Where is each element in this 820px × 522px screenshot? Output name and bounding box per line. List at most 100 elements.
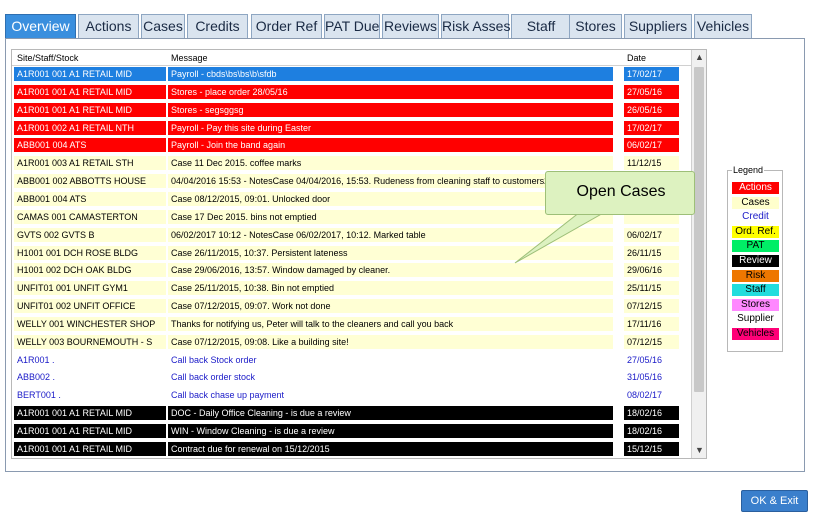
tab-staff[interactable]: Staff (511, 14, 571, 39)
row-message-cell: DOC - Daily Office Cleaning - is due a r… (168, 406, 613, 421)
row-date-cell: 17/11/16 (624, 316, 679, 331)
table-row[interactable]: UNFIT01 002 UNFIT OFFICE Case 07/12/2015,… (12, 299, 692, 314)
tab-reviews[interactable]: Reviews (382, 14, 439, 39)
row-date-cell: 26/11/15 (624, 245, 679, 260)
row-site-cell: UNFIT01 002 UNFIT OFFICE (14, 299, 166, 314)
row-site-cell: WELLY 003 BOURNEMOUTH - S (14, 334, 166, 349)
row-site-cell: A1R001 001 A1 RETAIL MID (14, 84, 166, 99)
table-row[interactable]: ABB001 004 ATS Payroll - Join the band ag… (12, 138, 692, 153)
tab-pat-due[interactable]: PAT Due (324, 14, 380, 39)
scroll-up-icon[interactable]: ▲ (692, 50, 706, 65)
legend-item-stores: Stores (732, 298, 779, 311)
column-header-message[interactable]: Message (171, 53, 208, 63)
row-site-cell: A1R001 003 A1 RETAIL STH (14, 156, 166, 171)
tab-cases[interactable]: Cases (141, 14, 185, 39)
row-message-cell: Payroll - Join the band again (168, 138, 613, 153)
row-site-cell: H1001 002 DCH OAK BLDG (14, 263, 166, 278)
row-site-cell: WELLY 001 WINCHESTER SHOP (14, 316, 166, 331)
scrollbar-thumb[interactable] (694, 67, 704, 392)
table-row[interactable]: H1001 001 DCH ROSE BLDG Case 26/11/2015, … (12, 245, 692, 260)
row-message-cell: Case 07/12/2015, 09:08. Like a building … (168, 334, 613, 349)
row-site-cell: A1R001 . (14, 352, 166, 367)
legend-item-pat: PAT (732, 240, 779, 253)
row-message-cell: Stores - segsggsg (168, 102, 613, 117)
overview-grid: Site/Staff/Stock Message Date A1R001 001… (11, 49, 707, 459)
open-cases-callout: Open Cases (545, 171, 695, 215)
table-row[interactable]: WELLY 001 WINCHESTER SHOP Thanks for noti… (12, 316, 692, 331)
table-row[interactable]: GVTS 002 GVTS B 06/02/2017 10:12 - NotesC… (12, 227, 692, 242)
row-message-cell: Thanks for notifying us, Peter will talk… (168, 316, 613, 331)
row-message-cell: Contract due for renewal on 15/12/2015 (168, 441, 613, 456)
legend-item-actions: Actions (732, 182, 779, 194)
row-message-cell: 06/02/2017 10:12 - NotesCase 06/02/2017,… (168, 227, 613, 242)
row-site-cell: ABB001 002 ABBOTTS HOUSE (14, 174, 166, 189)
row-site-cell: H1001 001 DCH ROSE BLDG (14, 245, 166, 260)
row-date-cell: 07/12/15 (624, 299, 679, 314)
row-site-cell: ABB001 004 ATS (14, 138, 166, 153)
table-row[interactable]: UNFIT01 001 UNFIT GYM1 Case 25/11/2015, 1… (12, 281, 692, 296)
legend-item-cases: Cases (732, 196, 779, 209)
row-date-cell: 18/02/16 (624, 424, 679, 438)
table-row[interactable]: A1R001 001 A1 RETAIL MID Stores - segsggs… (12, 102, 692, 117)
table-row[interactable]: A1R001 001 A1 RETAIL MID WIN - Window Cle… (12, 424, 692, 438)
legend-box: Legend Actions Cases Credit Ord. Ref. PAT Rev… (727, 165, 783, 352)
legend-item-vehicles: Vehicles (732, 328, 779, 340)
table-row[interactable]: H1001 002 DCH OAK BLDG Case 29/06/2016, 1… (12, 263, 692, 278)
tab-stores[interactable]: Stores (569, 14, 622, 39)
column-header-date[interactable]: Date (627, 53, 646, 63)
row-message-cell: Case 29/06/2016, 13:57. Window damaged b… (168, 263, 613, 278)
legend-item-credit: Credit (732, 211, 779, 224)
column-header-site[interactable]: Site/Staff/Stock (17, 53, 78, 63)
legend-item-ord-ref: Ord. Ref. (732, 225, 779, 238)
row-date-cell: 18/02/16 (624, 406, 679, 421)
row-date-cell: 11/12/15 (624, 156, 679, 171)
row-site-cell: BERT001 . (14, 388, 166, 403)
tab-vehicles[interactable]: Vehicles (694, 14, 752, 39)
row-site-cell: GVTS 002 GVTS B (14, 227, 166, 242)
legend-item-review: Review (732, 255, 779, 267)
ok-exit-button[interactable]: OK & Exit (741, 490, 808, 512)
tab-risk-asses[interactable]: Risk Asses. (441, 14, 514, 39)
row-site-cell: A1R001 001 A1 RETAIL MID (14, 441, 166, 456)
table-row[interactable]: A1R001 002 A1 RETAIL NTH Payroll - Pay th… (12, 120, 692, 135)
scroll-down-icon[interactable]: ▼ (692, 443, 706, 458)
table-row[interactable]: A1R001 001 A1 RETAIL MID DOC - Daily Offi… (12, 406, 692, 421)
row-site-cell: A1R001 001 A1 RETAIL MID (14, 424, 166, 438)
row-date-cell: 27/05/16 (624, 84, 679, 99)
row-date-cell: 17/02/17 (624, 67, 679, 81)
row-date-cell: 15/12/15 (624, 441, 679, 456)
table-row[interactable]: ABB002 . Call back order stock 31/05/16 (12, 370, 692, 385)
table-row[interactable]: A1R001 001 A1 RETAIL MID Contract due for… (12, 441, 692, 456)
legend-item-risk: Risk (732, 269, 779, 282)
row-site-cell: CAMAS 001 CAMASTERTON (14, 209, 166, 224)
tab-actions[interactable]: Actions (78, 14, 139, 39)
table-row[interactable]: A1R001 003 A1 RETAIL STH Case 11 Dec 2015… (12, 156, 692, 171)
tab-credits[interactable]: Credits (187, 14, 248, 39)
table-row[interactable]: A1R001 001 A1 RETAIL MID Stores - place o… (12, 84, 692, 99)
row-site-cell: A1R001 001 A1 RETAIL MID (14, 67, 166, 81)
row-date-cell: 29/06/16 (624, 263, 679, 278)
tab-bar: Overview Actions Cases Credits Order Ref PAT … (5, 14, 815, 39)
table-row[interactable]: A1R001 001 A1 RETAIL MID Payroll - cbds\b… (12, 67, 692, 81)
tab-suppliers[interactable]: Suppliers (624, 14, 692, 39)
row-site-cell: UNFIT01 001 UNFIT GYM1 (14, 281, 166, 296)
table-row[interactable]: BERT001 . Call back chase up payment 08/02… (12, 388, 692, 403)
table-row[interactable]: WELLY 003 BOURNEMOUTH - S Case 07/12/2015… (12, 334, 692, 349)
row-message-cell: Case 07/12/2015, 09:07. Work not done (168, 299, 613, 314)
row-date-cell: 07/12/15 (624, 334, 679, 349)
row-message-cell: Case 26/11/2015, 10:37. Persistent laten… (168, 245, 613, 260)
tab-order-ref[interactable]: Order Ref (251, 14, 322, 39)
table-row[interactable]: A1R001 . Call back Stock order 27/05/16 (12, 352, 692, 367)
row-message-cell: Call back order stock (168, 370, 613, 385)
row-message-cell: Payroll - cbds\bs\bs\b\sfdb (168, 67, 613, 81)
row-message-cell: Case 11 Dec 2015. coffee marks (168, 156, 613, 171)
tab-overview[interactable]: Overview (5, 14, 76, 39)
row-message-cell: Case 25/11/2015, 10:38. Bin not emptied (168, 281, 613, 296)
vertical-scrollbar[interactable]: ▲ ▼ (691, 50, 706, 458)
row-message-cell: Payroll - Pay this site during Easter (168, 120, 613, 135)
grid-header: Site/Staff/Stock Message Date (12, 50, 692, 66)
row-site-cell: A1R001 001 A1 RETAIL MID (14, 102, 166, 117)
row-date-cell: 17/02/17 (624, 120, 679, 135)
row-site-cell: A1R001 001 A1 RETAIL MID (14, 406, 166, 421)
row-date-cell: 26/05/16 (624, 102, 679, 117)
